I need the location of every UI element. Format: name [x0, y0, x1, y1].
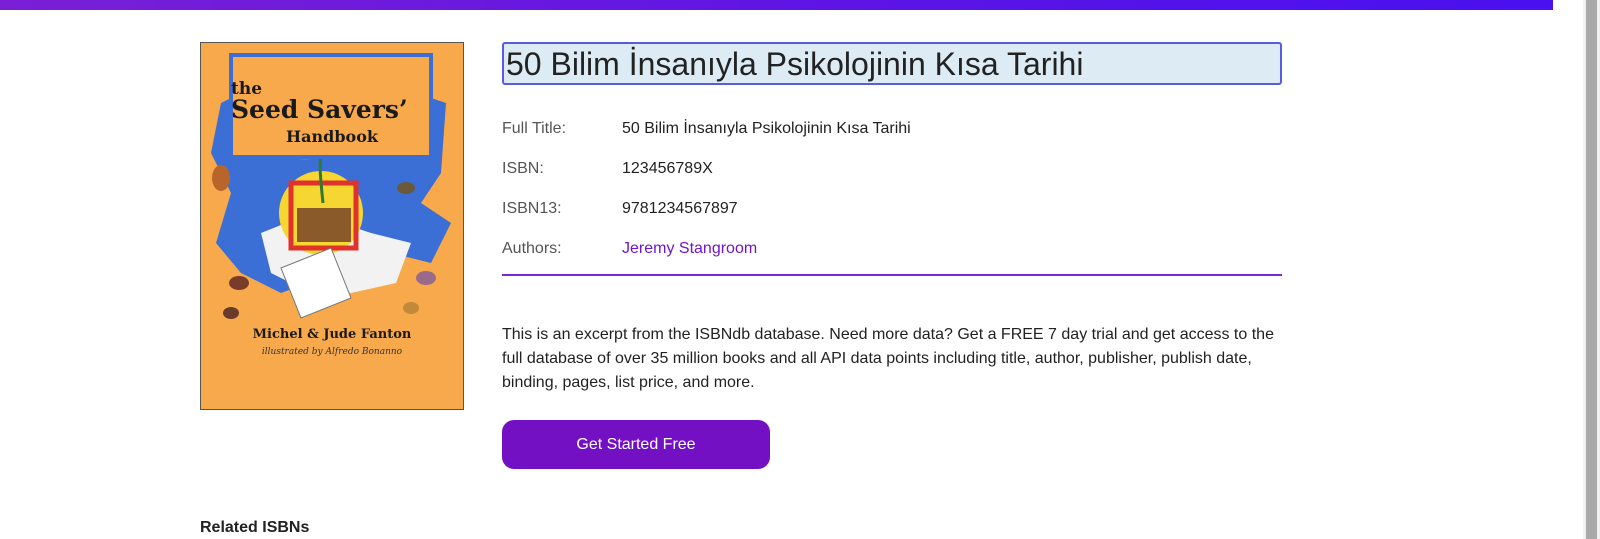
cover-title-line2: Seed Savers’ — [231, 95, 408, 124]
detail-value-isbn: 123456789X — [622, 160, 713, 177]
details-divider — [502, 274, 1282, 276]
book-cover-image: the Seed Savers’ Handbook Michel & Jude … — [200, 42, 464, 410]
detail-value-full-title: 50 Bilim İnsanıyla Psikolojinin Kısa Tar… — [622, 120, 911, 137]
detail-row-authors: Authors: Jeremy Stangroom — [502, 237, 1282, 261]
get-started-button[interactable]: Get Started Free — [502, 420, 770, 469]
detail-value-authors: Jeremy Stangroom — [622, 237, 757, 261]
detail-row-isbn: ISBN: 123456789X — [502, 157, 1282, 181]
related-isbns-heading: Related ISBNs — [200, 519, 310, 536]
detail-label: Authors: — [502, 240, 562, 257]
detail-row-isbn13: ISBN13: 9781234567897 — [502, 197, 1282, 221]
cover-title-line3: Handbook — [286, 127, 378, 146]
excerpt-text: This is an excerpt from the ISBNdb datab… — [502, 326, 1274, 391]
detail-label: Full Title: — [502, 120, 567, 137]
detail-label: ISBN13: — [502, 200, 562, 217]
detail-label: ISBN: — [502, 160, 544, 177]
top-banner — [0, 0, 1553, 10]
cover-authors: Michel & Jude Fanton — [252, 327, 412, 342]
detail-value-isbn13: 9781234567897 — [622, 200, 738, 217]
author-link[interactable]: Jeremy Stangroom — [622, 240, 757, 257]
scrollbar-thumb[interactable] — [1586, 0, 1597, 539]
cover-illustrator: illustrated by Alfredo Bonanno — [261, 347, 403, 357]
book-title[interactable]: 50 Bilim İnsanıyla Psikolojinin Kısa Tar… — [502, 42, 1282, 85]
scrollbar-track[interactable] — [1583, 0, 1600, 539]
detail-row-full-title: Full Title: 50 Bilim İnsanıyla Psikoloji… — [502, 117, 1282, 141]
